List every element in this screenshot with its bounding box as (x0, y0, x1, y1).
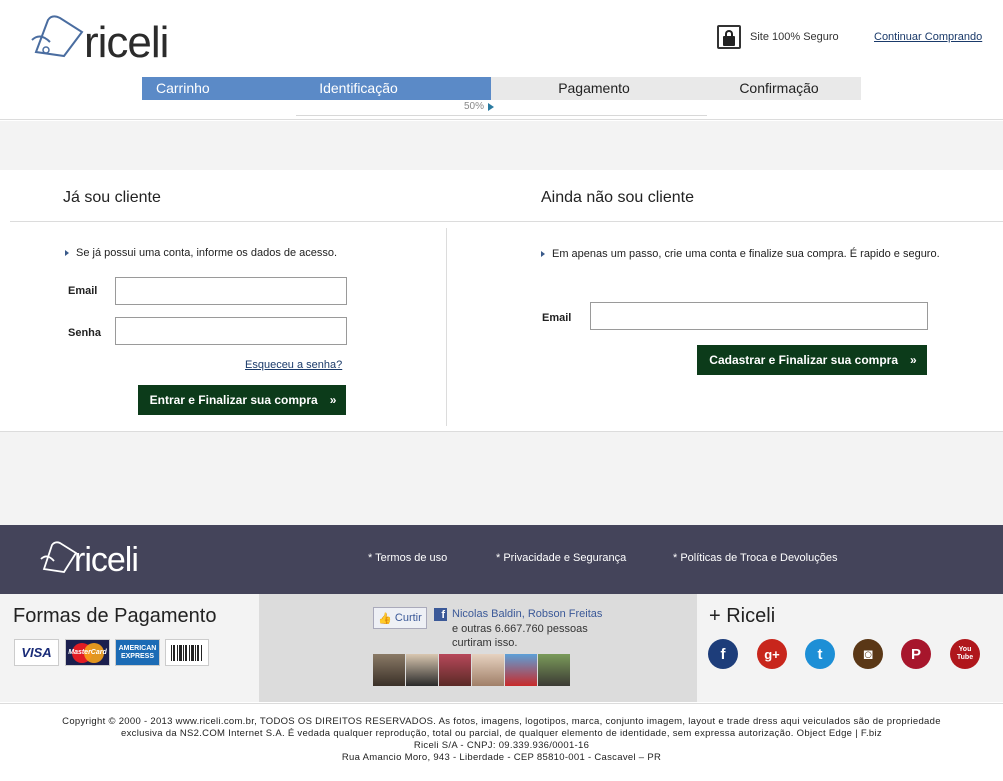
returns-policy-link[interactable]: * Políticas de Troca e Devoluções (673, 552, 837, 564)
logo-text: riceli (84, 18, 169, 67)
mastercard-text: MasterCard (68, 649, 107, 656)
step-identificacao: Identificação (226, 77, 491, 100)
header: riceli Site 100% Seguro Continuar Compra… (0, 0, 1003, 120)
progress-indicator: 50% (296, 101, 707, 116)
copyright-line: Copyright © 2000 - 2013 www.riceli.com.b… (62, 716, 941, 727)
existing-hint: Se já possui uma conta, informe os dados… (65, 247, 337, 259)
register-email-label: Email (542, 312, 572, 324)
fb-name-2[interactable]: Robson Freitas (528, 608, 603, 620)
new-customer-hint: Em apenas um passo, crie uma conta e fin… (541, 248, 940, 260)
register-submit-button[interactable]: Cadastrar e Finalizar sua compra » (697, 345, 927, 375)
pinterest-icon[interactable]: P (901, 639, 931, 669)
step-pagamento: Pagamento (558, 80, 630, 96)
social-links: + Riceli f g+ t ◙ P You Tube (697, 594, 1003, 702)
facebook-small-icon: f (434, 608, 447, 621)
facebook-icon[interactable]: f (708, 639, 738, 669)
twitter-icon[interactable]: t (805, 639, 835, 669)
company-address: Rua Amancio Moro, 943 - Liberdade - CEP … (341, 752, 662, 763)
amex-card-icon: AMERICAN EXPRESS (115, 639, 160, 666)
fb-faces (373, 654, 570, 686)
continue-shopping-link[interactable]: Continuar Comprando (874, 31, 982, 43)
boleto-barcode-icon (165, 639, 209, 666)
riceli-logo[interactable]: riceli (30, 12, 200, 67)
existing-hint-text: Se já possui uma conta, informe os dados… (76, 247, 338, 259)
login-password-input[interactable] (115, 317, 347, 345)
copyright: Copyright © 2000 - 2013 www.riceli.com.b… (0, 703, 1003, 781)
footer-logo-text: riceli (74, 541, 139, 579)
visa-card-icon: VISA (14, 639, 59, 666)
youtube-icon[interactable]: You Tube (950, 639, 980, 669)
footer-logo[interactable]: riceli (40, 539, 170, 579)
new-customer-title: Ainda não sou cliente (541, 189, 694, 206)
payment-methods: Formas de Pagamento VISA MasterCard AMER… (0, 594, 259, 702)
progress-label: 50% (464, 101, 485, 112)
register-submit-label: Cadastrar e Finalizar sua compra (709, 353, 899, 367)
copyright-line: exclusiva da NS2.COM Internet S.A. É ved… (121, 728, 882, 739)
secure-badge: Site 100% Seguro (717, 25, 839, 49)
avatar[interactable] (373, 654, 405, 686)
column-divider (446, 228, 447, 426)
title-divider (10, 221, 1003, 222)
new-customer-hint-text: Em apenas um passo, crie uma conta e fin… (552, 248, 940, 260)
double-chevron-right-icon: » (910, 353, 917, 367)
fb-like-count: e outras 6.667.760 pessoas curtiram isso… (452, 623, 588, 649)
progress-arrow-icon (488, 103, 494, 111)
social-title: + Riceli (709, 605, 776, 627)
terms-link[interactable]: * Termos de uso (368, 552, 447, 564)
step-confirmacao: Confirmação (739, 80, 819, 96)
facebook-like-button[interactable]: 👍 Curtir (373, 607, 427, 629)
company-cnpj: Riceli S/A - CNPJ: 09.339.936/0001-16 (413, 740, 590, 751)
avatar[interactable] (439, 654, 471, 686)
mastercard-icon: MasterCard (65, 639, 110, 666)
existing-customer-title: Já sou cliente (63, 189, 161, 206)
thumbs-up-icon: 👍 (378, 612, 392, 625)
forgot-password-link[interactable]: Esqueceu a senha? (245, 359, 342, 371)
lock-icon (717, 25, 741, 49)
payment-title: Formas de Pagamento (13, 605, 217, 627)
password-label: Senha (68, 327, 102, 339)
footer-nav: riceli * Termos de uso * Privacidade e S… (0, 525, 1003, 594)
login-email-input[interactable] (115, 277, 347, 305)
checkout-steps: Carrinho Identificação Pagamento Confirm… (142, 77, 861, 100)
spacer-band-bottom (0, 431, 1003, 525)
privacy-link[interactable]: * Privacidade e Segurança (496, 552, 626, 564)
register-email-input[interactable] (590, 302, 928, 330)
login-submit-label: Entrar e Finalizar sua compra (149, 393, 318, 407)
avatar[interactable] (406, 654, 438, 686)
bullet-arrow-icon (65, 250, 69, 256)
like-label: Curtir (394, 612, 422, 624)
avatar[interactable] (472, 654, 504, 686)
facebook-like-box: 👍 Curtir f Nicolas Baldin, Robson Freita… (259, 594, 697, 702)
bullet-arrow-icon (541, 251, 545, 257)
instagram-icon[interactable]: ◙ (853, 639, 883, 669)
fb-names: Nicolas Baldin, Robson Freitas (452, 608, 602, 620)
double-chevron-right-icon: » (329, 393, 337, 407)
secure-text: Site 100% Seguro (750, 31, 839, 43)
spacer-band (0, 121, 1003, 170)
avatar[interactable] (538, 654, 570, 686)
step-carrinho: Carrinho (142, 77, 226, 100)
google-plus-icon[interactable]: g+ (757, 639, 787, 669)
avatar[interactable] (505, 654, 537, 686)
login-submit-button[interactable]: Entrar e Finalizar sua compra » (138, 385, 346, 415)
fb-name-1[interactable]: Nicolas Baldin (452, 608, 522, 620)
email-label: Email (68, 285, 98, 297)
